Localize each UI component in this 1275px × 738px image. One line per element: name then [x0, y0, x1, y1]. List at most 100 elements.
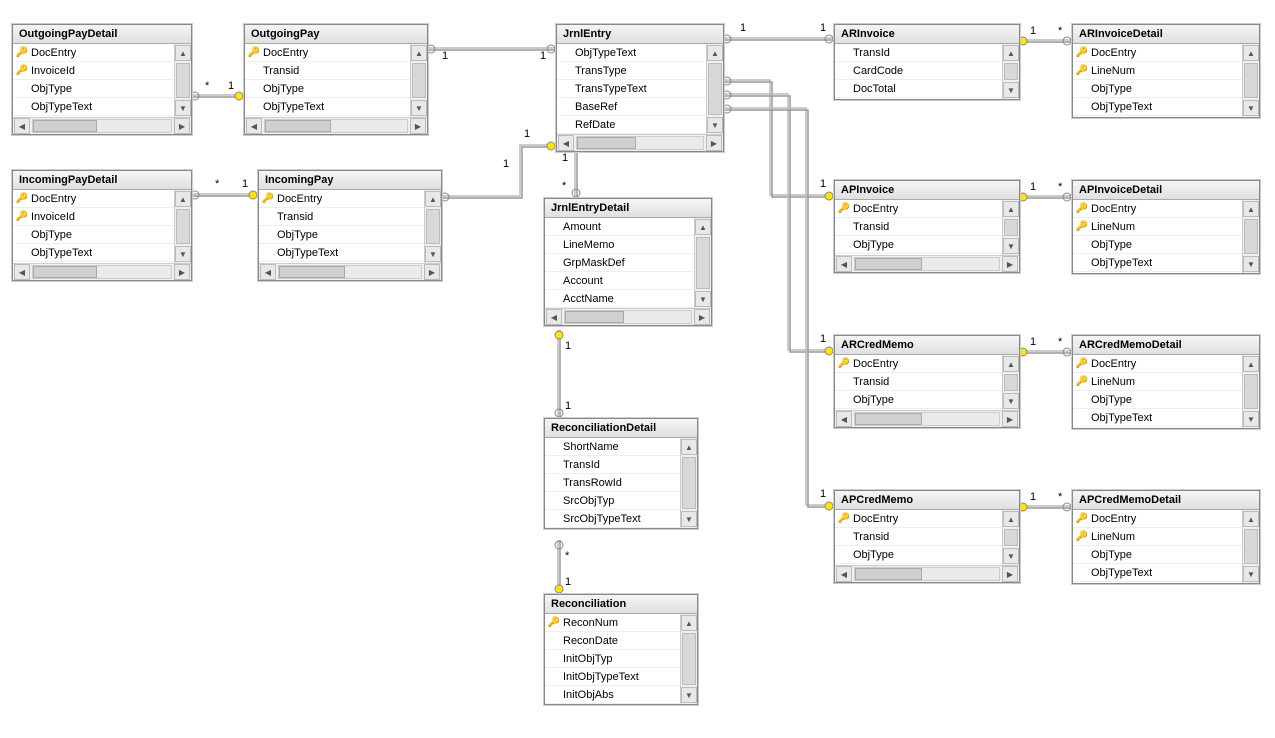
entity-ReconciliationDetail[interactable]: ReconciliationDetail ShortNameTransIdTra… — [544, 418, 698, 529]
scroll-up-icon[interactable]: ▲ — [1003, 45, 1019, 61]
scroll-thumb[interactable] — [426, 209, 440, 244]
scroll-left-icon[interactable]: ◀ — [246, 118, 262, 134]
column-row[interactable]: BaseRef — [557, 98, 706, 116]
column-row[interactable]: Account — [545, 272, 694, 290]
column-row[interactable]: ObjType — [13, 226, 174, 244]
column-row[interactable]: ObjType — [1073, 546, 1242, 564]
column-row[interactable]: CardCode — [835, 62, 1002, 80]
column-row[interactable]: TransId — [835, 44, 1002, 62]
entity-ARCredMemoDetail[interactable]: ARCredMemoDetail 🔑DocEntry🔑LineNumObjTyp… — [1072, 335, 1260, 429]
column-row[interactable]: ObjType — [245, 80, 410, 98]
scroll-down-icon[interactable]: ▼ — [1003, 548, 1019, 564]
scroll-down-icon[interactable]: ▼ — [707, 117, 723, 133]
scrollbar-horizontal[interactable]: ◀▶ — [13, 263, 191, 280]
entity-APInvoiceDetail[interactable]: APInvoiceDetail 🔑DocEntry🔑LineNumObjType… — [1072, 180, 1260, 274]
column-row[interactable]: 🔑DocEntry — [13, 190, 174, 208]
column-row[interactable]: TransType — [557, 62, 706, 80]
column-row[interactable]: 🔑ReconNum — [545, 614, 680, 632]
column-row[interactable]: 🔑DocEntry — [245, 44, 410, 62]
scroll-up-icon[interactable]: ▲ — [175, 45, 191, 61]
column-row[interactable]: DocTotal — [835, 80, 1002, 98]
column-row[interactable]: InitObjTypeText — [545, 668, 680, 686]
scroll-down-icon[interactable]: ▼ — [1003, 393, 1019, 409]
scroll-thumb[interactable] — [1244, 63, 1258, 98]
column-row[interactable]: ObjType — [1073, 391, 1242, 409]
column-row[interactable]: 🔑DocEntry — [835, 510, 1002, 528]
scroll-down-icon[interactable]: ▼ — [175, 100, 191, 116]
column-row[interactable]: ObjType — [13, 80, 174, 98]
column-row[interactable]: 🔑InvoiceId — [13, 62, 174, 80]
scroll-up-icon[interactable]: ▲ — [411, 45, 427, 61]
scroll-down-icon[interactable]: ▼ — [175, 246, 191, 262]
scrollbar-horizontal[interactable]: ◀▶ — [245, 117, 427, 134]
column-row[interactable]: ObjType — [835, 546, 1002, 564]
column-row[interactable]: ObjTypeText — [259, 244, 424, 262]
scroll-left-icon[interactable]: ◀ — [546, 309, 562, 325]
entity-Reconciliation[interactable]: Reconciliation 🔑ReconNumReconDateInitObj… — [544, 594, 698, 705]
scrollbar-horizontal[interactable]: ◀▶ — [835, 410, 1019, 427]
column-row[interactable]: ReconDate — [545, 632, 680, 650]
scroll-left-icon[interactable]: ◀ — [14, 118, 30, 134]
scrollbar-horizontal[interactable]: ◀▶ — [835, 565, 1019, 582]
scroll-down-icon[interactable]: ▼ — [1243, 411, 1259, 427]
scrollbar-vertical[interactable]: ▲▼ — [1002, 44, 1019, 99]
entity-OutgoingPay[interactable]: OutgoingPay 🔑DocEntryTransidObjTypeObjTy… — [244, 24, 428, 135]
scroll-up-icon[interactable]: ▲ — [1003, 511, 1019, 527]
column-row[interactable]: ObjTypeText — [1073, 254, 1242, 272]
column-row[interactable]: Transid — [835, 218, 1002, 236]
column-row[interactable]: LineMemo — [545, 236, 694, 254]
scroll-up-icon[interactable]: ▲ — [1243, 201, 1259, 217]
column-row[interactable]: TransTypeText — [557, 80, 706, 98]
scrollbar-horizontal[interactable]: ◀▶ — [545, 308, 711, 325]
entity-IncomingPay[interactable]: IncomingPay 🔑DocEntryTransidObjTypeObjTy… — [258, 170, 442, 281]
scroll-down-icon[interactable]: ▼ — [1243, 256, 1259, 272]
scrollbar-vertical[interactable]: ▲▼ — [1002, 200, 1019, 255]
column-row[interactable]: Amount — [545, 218, 694, 236]
entity-ARInvoiceDetail[interactable]: ARInvoiceDetail 🔑DocEntry🔑LineNumObjType… — [1072, 24, 1260, 118]
column-row[interactable]: ObjTypeText — [1073, 409, 1242, 427]
scrollbar-vertical[interactable]: ▲▼ — [1242, 510, 1259, 583]
scrollbar-horizontal[interactable]: ◀▶ — [259, 263, 441, 280]
entity-APCredMemo[interactable]: APCredMemo 🔑DocEntryTransidObjType▲▼ ◀▶ — [834, 490, 1020, 583]
scroll-up-icon[interactable]: ▲ — [681, 439, 697, 455]
column-row[interactable]: SrcObjTyp — [545, 492, 680, 510]
column-row[interactable]: 🔑DocEntry — [1073, 200, 1242, 218]
scroll-thumb[interactable] — [708, 63, 722, 115]
entity-OutgoingPayDetail[interactable]: OutgoingPayDetail 🔑DocEntry🔑InvoiceIdObj… — [12, 24, 192, 135]
scroll-thumb[interactable] — [696, 237, 710, 289]
scroll-down-icon[interactable]: ▼ — [1003, 238, 1019, 254]
column-row[interactable]: ObjTypeText — [13, 244, 174, 262]
scrollbar-vertical[interactable]: ▲▼ — [706, 44, 723, 134]
column-row[interactable]: 🔑LineNum — [1073, 218, 1242, 236]
scroll-right-icon[interactable]: ▶ — [174, 118, 190, 134]
column-row[interactable]: SrcObjTypeText — [545, 510, 680, 528]
scroll-down-icon[interactable]: ▼ — [1243, 100, 1259, 116]
scrollbar-vertical[interactable]: ▲▼ — [174, 190, 191, 263]
column-row[interactable]: ObjTypeText — [1073, 564, 1242, 582]
scrollbar-vertical[interactable]: ▲▼ — [694, 218, 711, 308]
scroll-left-icon[interactable]: ◀ — [836, 411, 852, 427]
column-row[interactable]: 🔑DocEntry — [1073, 355, 1242, 373]
scroll-up-icon[interactable]: ▲ — [1003, 356, 1019, 372]
entity-IncomingPayDetail[interactable]: IncomingPayDetail 🔑DocEntry🔑InvoiceIdObj… — [12, 170, 192, 281]
scroll-down-icon[interactable]: ▼ — [425, 246, 441, 262]
scroll-right-icon[interactable]: ▶ — [410, 118, 426, 134]
scroll-right-icon[interactable]: ▶ — [174, 264, 190, 280]
scroll-down-icon[interactable]: ▼ — [681, 511, 697, 527]
column-row[interactable]: 🔑DocEntry — [1073, 44, 1242, 62]
scroll-right-icon[interactable]: ▶ — [1002, 411, 1018, 427]
scrollbar-vertical[interactable]: ▲▼ — [1242, 355, 1259, 428]
scroll-up-icon[interactable]: ▲ — [425, 191, 441, 207]
scroll-thumb[interactable] — [1244, 529, 1258, 564]
scrollbar-vertical[interactable]: ▲▼ — [1242, 44, 1259, 117]
column-row[interactable]: ObjTypeText — [245, 98, 410, 116]
scroll-right-icon[interactable]: ▶ — [706, 135, 722, 151]
column-row[interactable]: ShortName — [545, 438, 680, 456]
column-row[interactable]: 🔑LineNum — [1073, 62, 1242, 80]
column-row[interactable]: 🔑InvoiceId — [13, 208, 174, 226]
scrollbar-vertical[interactable]: ▲▼ — [1002, 355, 1019, 410]
entity-JrnlEntryDetail[interactable]: JrnlEntryDetail AmountLineMemoGrpMaskDef… — [544, 198, 712, 326]
scroll-up-icon[interactable]: ▲ — [1003, 201, 1019, 217]
column-row[interactable]: Transid — [245, 62, 410, 80]
column-row[interactable]: ObjType — [835, 236, 1002, 254]
